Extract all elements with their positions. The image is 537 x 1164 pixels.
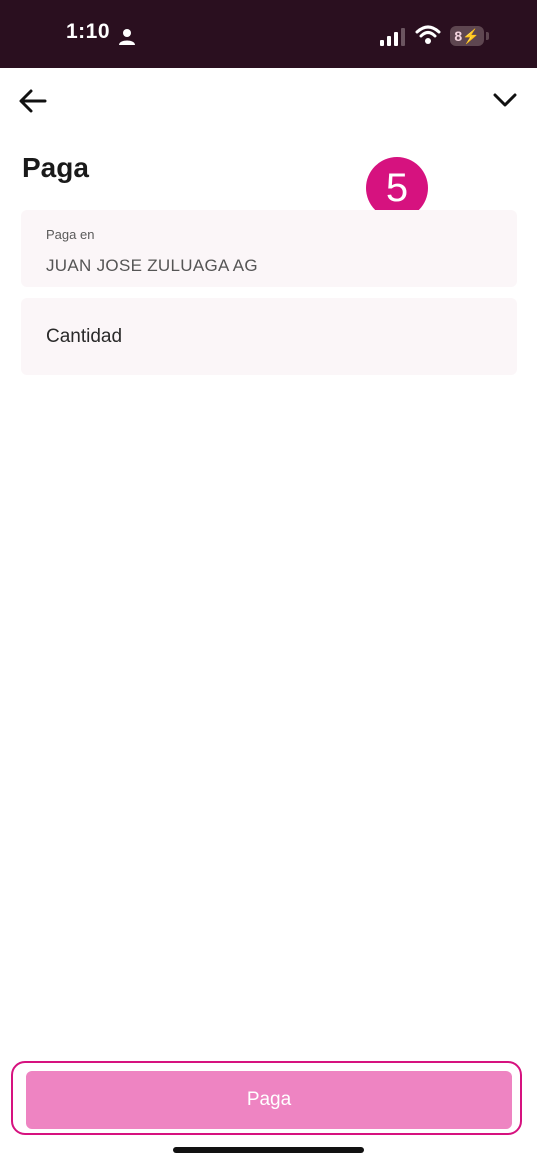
person-icon [119, 29, 135, 45]
status-bar: 1:10 8⚡ [0, 0, 537, 68]
home-indicator [173, 1147, 364, 1153]
battery-icon: 8⚡ [450, 26, 484, 46]
signal-icon [380, 28, 405, 46]
chevron-down-icon[interactable] [492, 90, 518, 110]
charging-icon: ⚡ [462, 28, 480, 44]
payee-field: Paga en JUAN JOSE ZULUAGA AG [21, 210, 517, 287]
payee-value: JUAN JOSE ZULUAGA AG [46, 256, 258, 275]
wifi-icon [415, 25, 441, 44]
battery-level: 8 [454, 28, 463, 44]
page-title: Paga [22, 152, 89, 183]
amount-input[interactable] [46, 324, 486, 350]
back-arrow-icon[interactable] [18, 88, 48, 114]
status-time: 1:10 [66, 20, 111, 43]
payee-label: Paga en [46, 227, 95, 242]
battery-cap [486, 32, 489, 40]
pay-button[interactable]: Paga [26, 1071, 512, 1129]
amount-field[interactable] [21, 298, 517, 375]
